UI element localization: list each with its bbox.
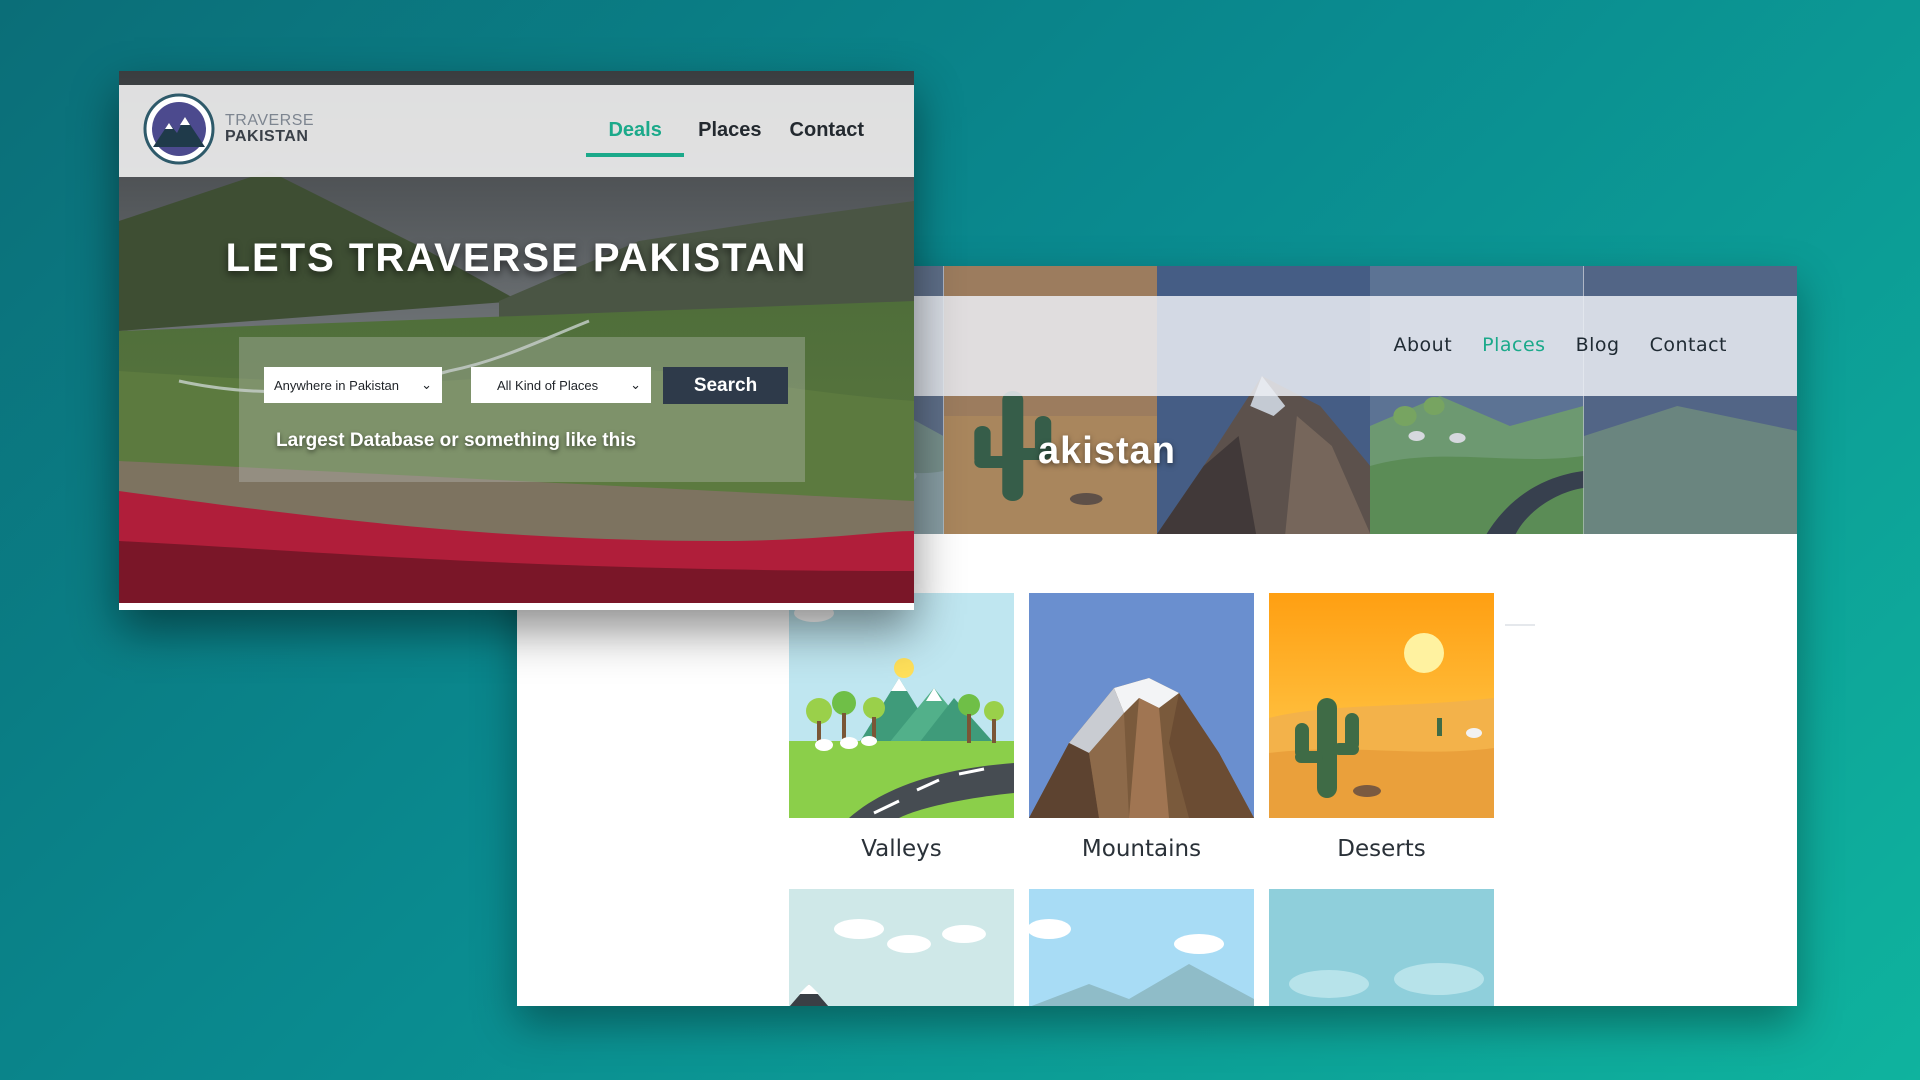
nav-link-places[interactable]: Places	[684, 115, 775, 175]
category-label: Deserts	[1337, 836, 1426, 862]
clouds-illustration	[789, 889, 1014, 1006]
sky-illustration	[1269, 889, 1494, 1006]
nav-link-blog[interactable]: Blog	[1576, 334, 1620, 356]
mountain-badge-icon[interactable]	[143, 93, 215, 165]
category-card-row2-2[interactable]	[1029, 889, 1254, 1006]
chevron-down-icon: ⌄	[421, 377, 432, 392]
home-page-mockup: TRAVERSE PAKISTAN Deals Places Contact L…	[119, 71, 914, 610]
divider	[1505, 624, 1535, 626]
nav-link-contact[interactable]: Contact	[1650, 334, 1727, 356]
logo-wordmark: TRAVERSE PAKISTAN	[225, 112, 315, 145]
place-type-select[interactable]: All Kind of Places ⌄	[471, 367, 651, 403]
location-select-value: Anywhere in Pakistan	[274, 377, 400, 393]
search-subtitle: Largest Database or something like this	[276, 430, 637, 451]
category-card-row2-3[interactable]	[1269, 889, 1494, 1006]
nav-link-places[interactable]: Places	[1482, 334, 1545, 356]
nav-link-about[interactable]: About	[1393, 334, 1452, 356]
location-select[interactable]: Anywhere in Pakistan ⌄	[264, 367, 442, 403]
places-hero-title: akistan	[1038, 430, 1176, 472]
category-card-mountains[interactable]: Mountains	[1029, 593, 1254, 862]
category-card-deserts[interactable]: Deserts	[1269, 593, 1494, 862]
search-panel: Anywhere in Pakistan ⌄ All Kind of Place…	[239, 337, 805, 482]
desert-illustration	[1269, 593, 1494, 818]
nav-link-deals[interactable]: Deals	[586, 115, 685, 157]
sky-mountain-illustration	[1029, 889, 1254, 1006]
category-card-valleys[interactable]: Valleys	[789, 593, 1014, 862]
mountain-illustration	[1029, 593, 1254, 818]
nav-link-contact[interactable]: Contact	[776, 115, 878, 175]
valley-illustration	[789, 593, 1014, 818]
category-card-row2-1[interactable]	[789, 889, 1014, 1006]
home-nav-bar: TRAVERSE PAKISTAN Deals Places Contact	[119, 85, 914, 177]
chevron-down-icon: ⌄	[630, 377, 641, 392]
category-label: Valleys	[861, 836, 942, 862]
search-button[interactable]: Search	[663, 367, 788, 404]
hero-title: LETS TRAVERSE PAKISTAN	[225, 236, 808, 280]
page-footer-edge	[119, 603, 914, 610]
place-type-select-value: All Kind of Places	[497, 377, 599, 393]
category-label: Mountains	[1081, 836, 1202, 862]
